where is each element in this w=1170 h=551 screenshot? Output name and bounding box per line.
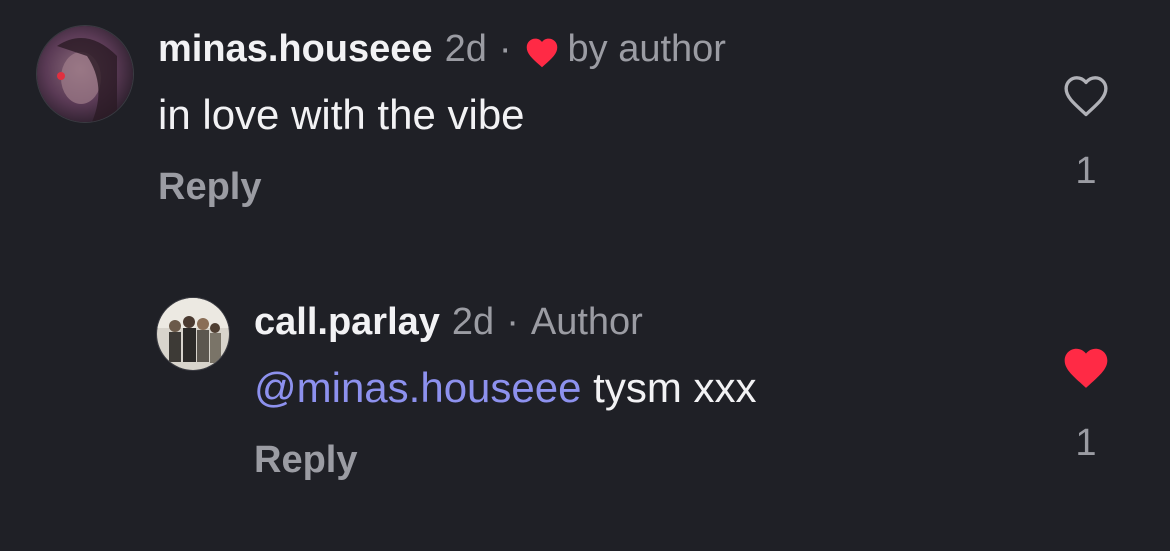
username[interactable]: call.parlay (254, 299, 440, 345)
timestamp: 2d (444, 28, 487, 70)
comment-text: @minas.houseee tysm xxx (254, 363, 757, 413)
like-count: 1 (1075, 150, 1097, 192)
author-badge: Author (530, 301, 643, 343)
reply-button[interactable]: Reply (254, 439, 357, 482)
reply-button[interactable]: Reply (158, 166, 261, 209)
comment-text: in love with the vibe (158, 91, 525, 138)
username[interactable]: minas.houseee (158, 26, 433, 72)
avatar[interactable] (36, 25, 134, 123)
comment-text-content: tysm xxx (581, 364, 757, 411)
liked-by-author-label: by author (567, 28, 726, 70)
separator: · (506, 301, 519, 343)
heart-filled-icon[interactable] (1060, 344, 1112, 390)
heart-filled-icon (524, 33, 560, 68)
avatar[interactable] (156, 297, 230, 371)
comment-header: call.parlay 2d · Author (254, 299, 643, 345)
mention-link[interactable]: @minas.houseee (254, 364, 582, 411)
comment-header: minas.houseee 2d · by author (158, 26, 726, 72)
heart-outline-icon[interactable] (1060, 72, 1112, 118)
separator: · (498, 28, 512, 70)
like-count: 1 (1075, 422, 1097, 464)
timestamp: 2d (451, 301, 495, 343)
